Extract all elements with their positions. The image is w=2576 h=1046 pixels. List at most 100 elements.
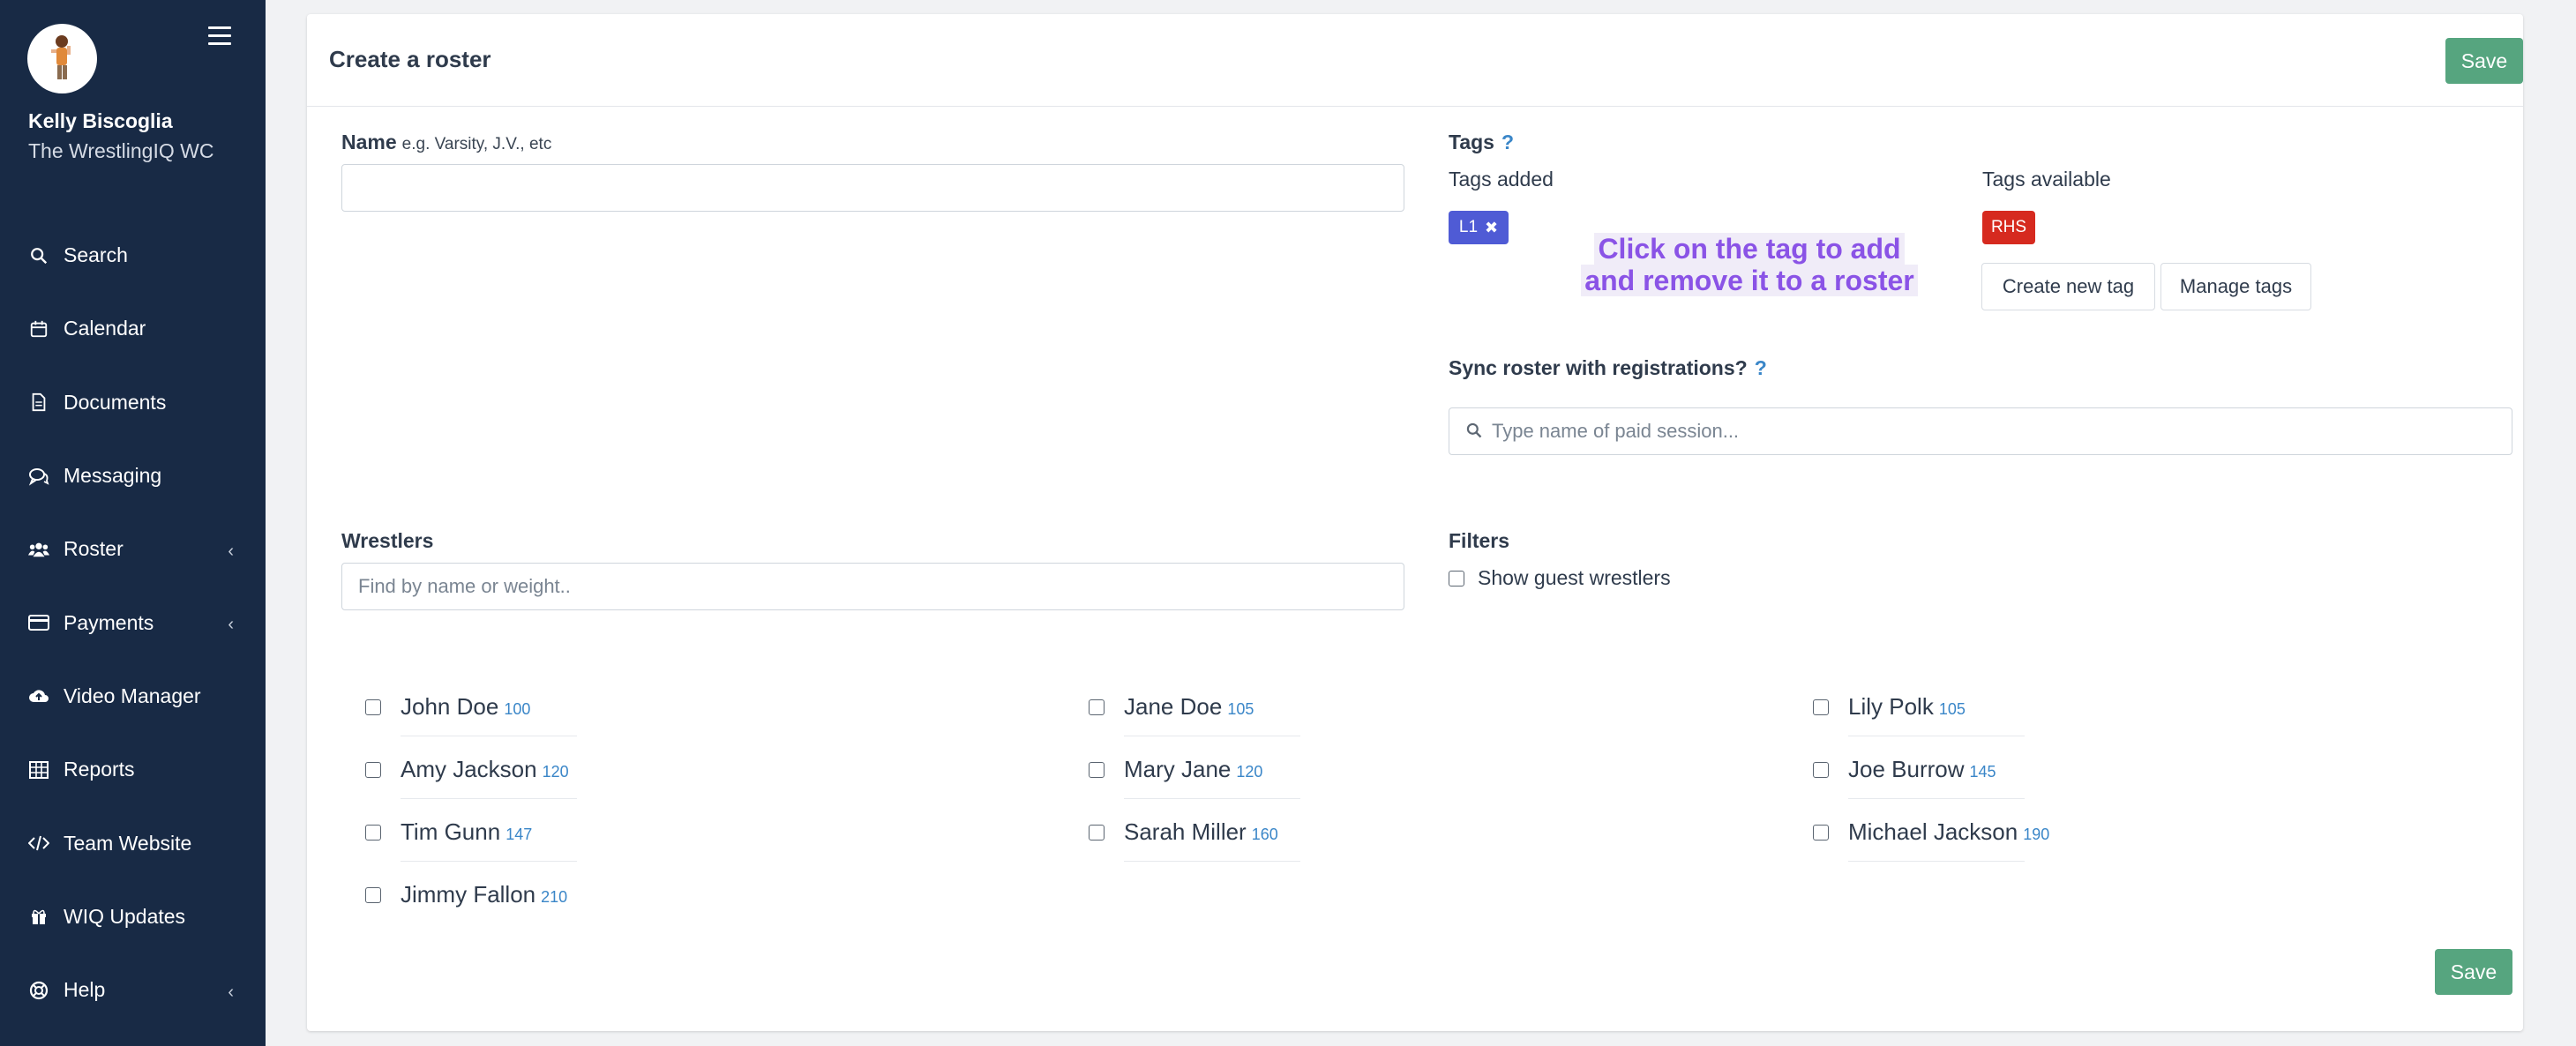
wrestler-name: Tim Gunn 147 — [401, 818, 532, 846]
wrestler-name-text: Jane Doe — [1124, 693, 1223, 720]
wrestler-name-text: Sarah Miller — [1124, 818, 1247, 845]
wrestler-weight: 105 — [1938, 700, 1966, 718]
wrestler-weight: 145 — [1969, 763, 1996, 781]
tag-added-l1[interactable]: L1 ✖ — [1449, 211, 1509, 244]
sidebar-item-video-manager[interactable]: Video Manager — [0, 660, 266, 733]
wrestler-checkbox[interactable] — [365, 825, 381, 841]
wrestler-checkbox[interactable] — [1813, 699, 1829, 715]
wrestler-weight: 147 — [505, 826, 533, 843]
wrestler-name: John Doe 100 — [401, 693, 530, 721]
show-guest-checkbox[interactable] — [1449, 571, 1464, 587]
wrestler-weight: 190 — [2023, 826, 2050, 843]
wrestler-checkbox[interactable] — [365, 887, 381, 903]
sync-label: Sync roster with registrations?? — [1449, 356, 1767, 380]
name-label-text: Name — [341, 131, 397, 153]
tags-label: Tags? — [1449, 131, 1514, 154]
chevron-left-icon: ‹ — [228, 541, 234, 561]
users-icon — [28, 539, 49, 560]
sidebar-item-payments[interactable]: Payments ‹ — [0, 586, 266, 659]
save-button-bottom[interactable]: Save — [2435, 949, 2512, 995]
save-button[interactable]: Save — [2445, 38, 2523, 84]
name-label: Name e.g. Varsity, J.V., etc — [341, 131, 551, 154]
wrestler-name: Lily Polk 105 — [1848, 693, 1966, 721]
divider — [401, 861, 577, 862]
tag-name: L1 — [1458, 218, 1479, 236]
wrestler-name: Mary Jane 120 — [1124, 756, 1262, 783]
calendar-icon — [28, 318, 49, 340]
sync-session-search[interactable] — [1449, 407, 2512, 455]
sidebar-item-search[interactable]: Search — [0, 219, 266, 292]
wrestler-name: Sarah Miller 160 — [1124, 818, 1278, 846]
wrestler-weight: 160 — [1251, 826, 1278, 843]
sidebar-item-help[interactable]: Help ‹ — [0, 953, 266, 1027]
sidebar-nav: Search Calendar Documents Messaging Rost… — [0, 219, 266, 1027]
filters-label: Filters — [1449, 529, 1510, 552]
wrestler-weight: 120 — [542, 763, 569, 781]
wrestler-checkbox[interactable] — [1089, 699, 1105, 715]
wrestler-search-input[interactable] — [341, 563, 1404, 610]
user-name: Kelly Biscoglia — [28, 109, 173, 132]
tag-name: RHS — [1990, 218, 2027, 236]
sidebar-item-label: Roster — [64, 537, 124, 561]
tag-instructions-callout: Click on the tag to add and remove it to… — [1579, 233, 1920, 296]
wrestler-weight: 210 — [541, 888, 568, 906]
wrestler-name-text: Amy Jackson — [401, 756, 537, 782]
wrestler-item: Mary Jane 120 — [1089, 747, 1300, 800]
wrestler-item: Amy Jackson 120 — [365, 747, 577, 800]
wrestler-name: Amy Jackson 120 — [401, 756, 569, 783]
wrestler-checkbox[interactable] — [365, 762, 381, 778]
lifebuoy-icon — [28, 980, 49, 1001]
wrestler-checkbox[interactable] — [1089, 825, 1105, 841]
sync-help-icon[interactable]: ? — [1755, 356, 1767, 379]
chat-icon — [28, 466, 49, 487]
wrestler-checkbox[interactable] — [1813, 825, 1829, 841]
create-new-tag-button[interactable]: Create new tag — [1981, 263, 2155, 310]
sidebar-item-reports[interactable]: Reports — [0, 733, 266, 806]
wrestler-checkbox[interactable] — [365, 699, 381, 715]
wrestler-name-text: Joe Burrow — [1848, 756, 1965, 782]
wrestler-weight: 100 — [504, 700, 531, 718]
sidebar-item-wiq-updates[interactable]: WIQ Updates — [0, 880, 266, 953]
wrestler-name-text: Jimmy Fallon — [401, 881, 536, 908]
credit-card-icon — [28, 612, 49, 633]
sidebar-item-documents[interactable]: Documents — [0, 366, 266, 439]
callout-line-2: and remove it to a roster — [1581, 265, 1918, 296]
sidebar-item-roster[interactable]: Roster ‹ — [0, 512, 266, 586]
menu-toggle-icon[interactable] — [208, 26, 231, 46]
search-icon — [1465, 422, 1485, 441]
avatar-wrestler-icon — [51, 35, 71, 79]
gift-icon — [28, 906, 49, 927]
wrestler-checkbox[interactable] — [1089, 762, 1105, 778]
remove-tag-icon[interactable]: ✖ — [1485, 219, 1498, 237]
wrestler-name-text: Mary Jane — [1124, 756, 1232, 782]
roster-name-input[interactable] — [341, 164, 1404, 212]
paid-session-input[interactable] — [1492, 420, 2497, 443]
card-header: Create a roster Save — [307, 14, 2523, 107]
wrestler-weight: 105 — [1227, 700, 1254, 718]
manage-tags-button[interactable]: Manage tags — [2160, 263, 2311, 310]
chevron-left-icon: ‹ — [228, 982, 234, 1002]
tag-available-rhs[interactable]: RHS — [1982, 211, 2035, 244]
roster-form-card: Create a roster Save Name e.g. Varsity, J… — [307, 14, 2523, 1031]
document-icon — [28, 392, 49, 413]
search-icon — [28, 245, 49, 266]
wrestler-item: Michael Jackson 190 — [1813, 810, 2049, 863]
sidebar-item-team-website[interactable]: Team Website — [0, 806, 266, 879]
sidebar-item-calendar[interactable]: Calendar — [0, 292, 266, 365]
divider — [1124, 861, 1300, 862]
wrestler-item: Sarah Miller 160 — [1089, 810, 1300, 863]
sidebar-item-label: Help — [64, 978, 106, 1002]
divider — [1848, 861, 2025, 862]
sidebar-item-messaging[interactable]: Messaging — [0, 439, 266, 512]
wrestler-name-text: Tim Gunn — [401, 818, 501, 845]
tags-added-label: Tags added — [1449, 168, 1554, 191]
chevron-left-icon: ‹ — [228, 615, 234, 635]
sidebar-item-label: WIQ Updates — [64, 904, 186, 928]
tags-help-icon[interactable]: ? — [1501, 131, 1514, 153]
sidebar: Kelly Biscoglia The WrestlingIQ WC Searc… — [0, 0, 266, 1046]
team-name: The WrestlingIQ WC — [28, 139, 214, 162]
avatar[interactable] — [27, 24, 97, 93]
wrestler-checkbox[interactable] — [1813, 762, 1829, 778]
sidebar-item-label: Calendar — [64, 317, 146, 340]
tags-available-label: Tags available — [1982, 168, 2111, 191]
